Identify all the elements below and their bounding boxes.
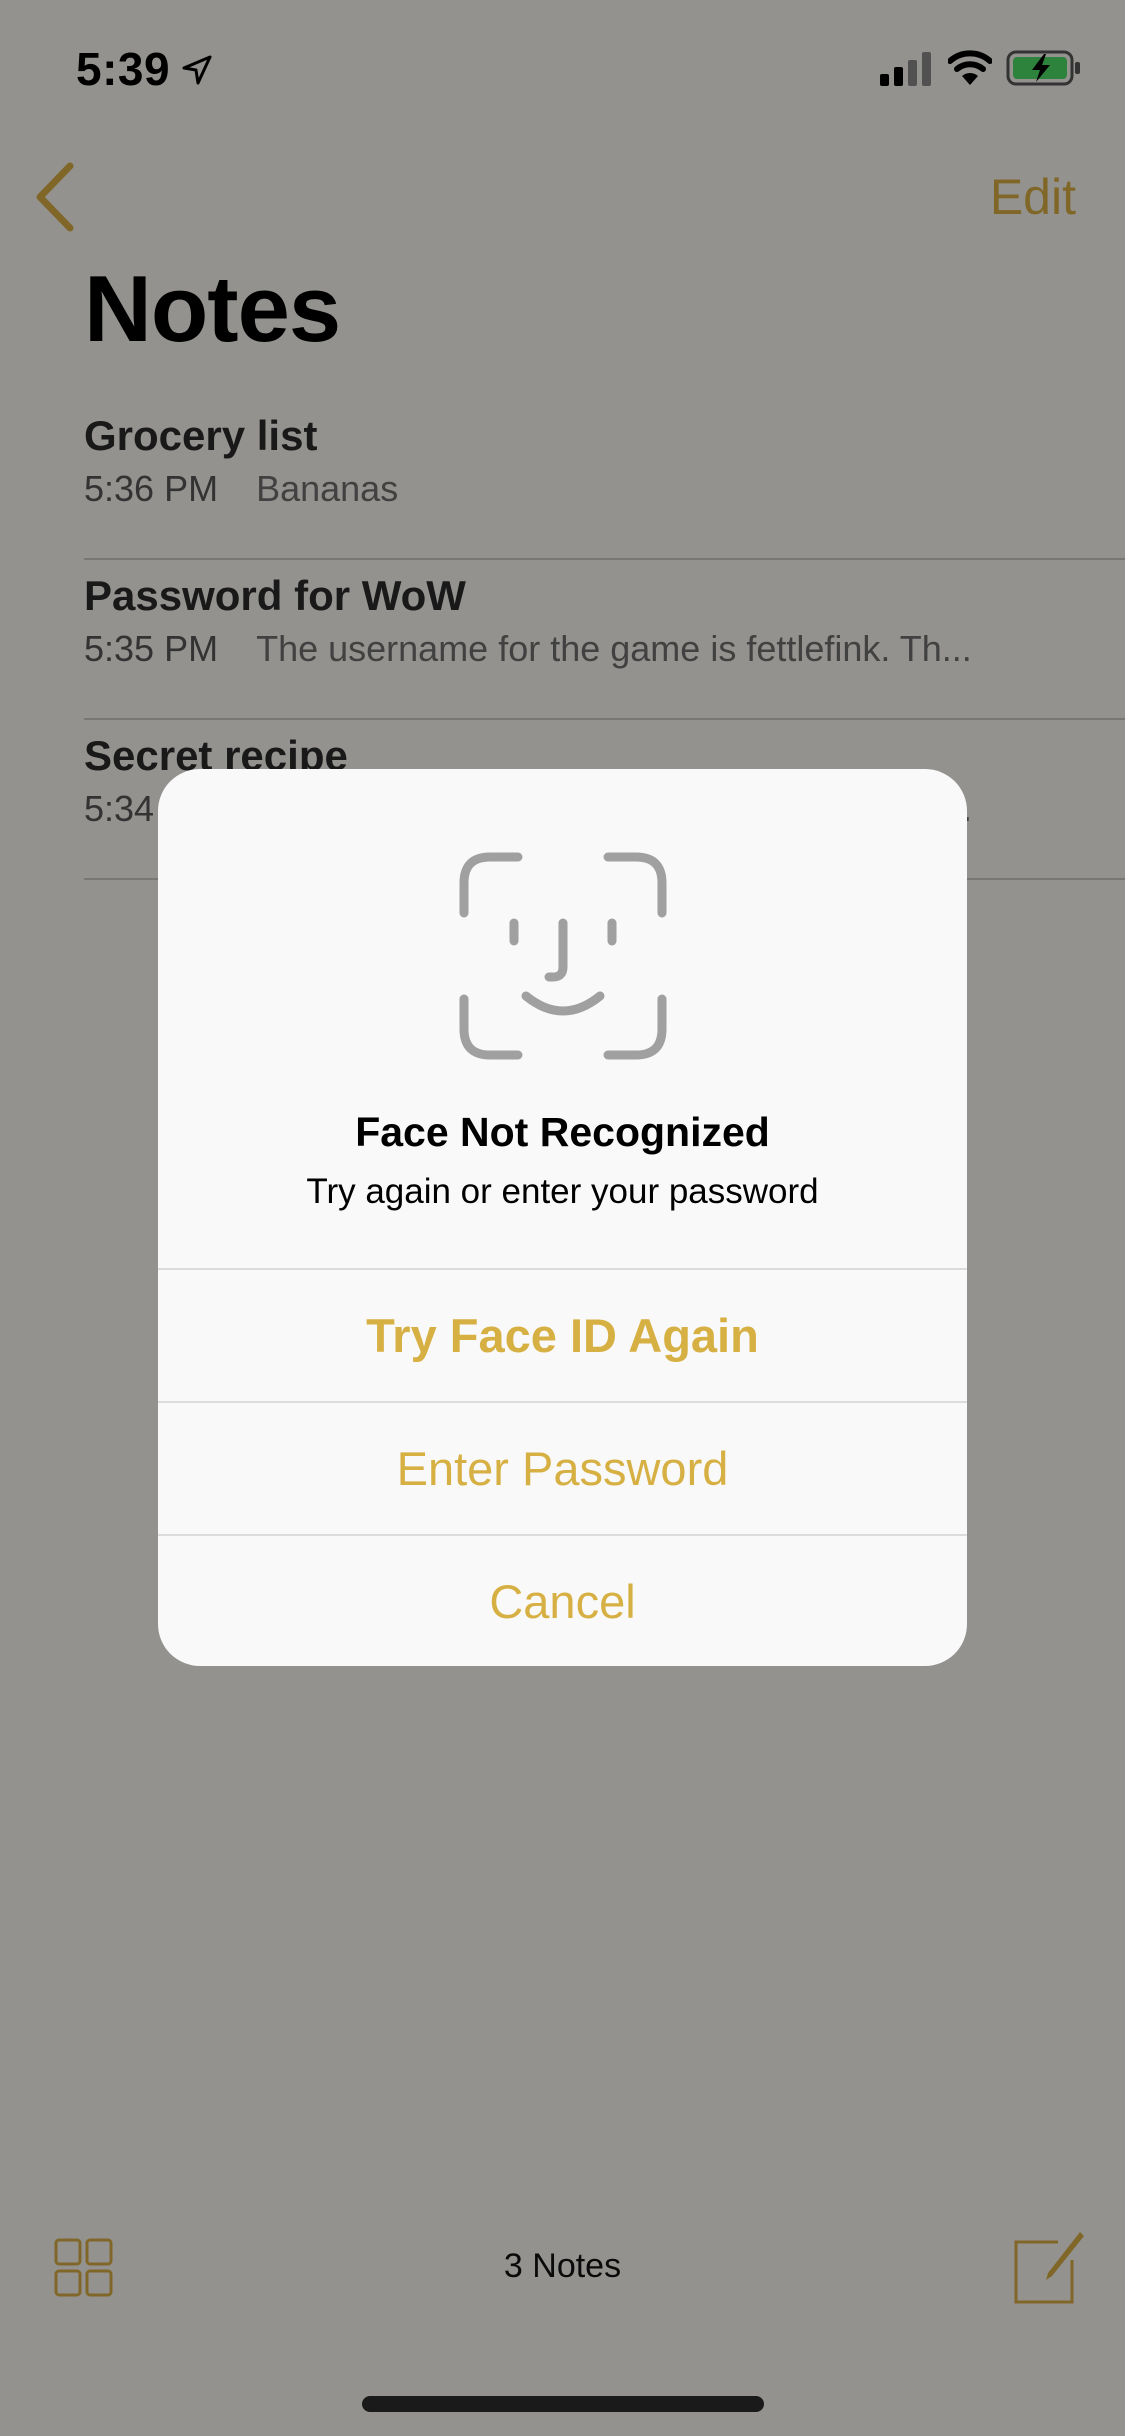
home-indicator[interactable] bbox=[362, 2396, 764, 2412]
try-face-id-again-button[interactable]: Try Face ID Again bbox=[158, 1268, 967, 1401]
alert-message: Try again or enter your password bbox=[306, 1172, 819, 1211]
cancel-button[interactable]: Cancel bbox=[158, 1534, 967, 1666]
face-id-alert: Face Not Recognized Try again or enter y… bbox=[158, 769, 967, 1666]
alert-actions: Try Face ID Again Enter Password Cancel bbox=[158, 1268, 967, 1666]
alert-title: Face Not Recognized bbox=[355, 1109, 770, 1155]
enter-password-button[interactable]: Enter Password bbox=[158, 1401, 967, 1534]
face-id-icon bbox=[459, 852, 667, 1060]
